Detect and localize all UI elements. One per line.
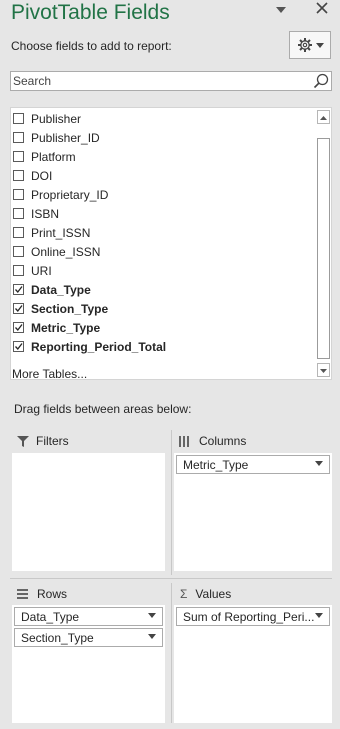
- tools-button[interactable]: [289, 31, 331, 59]
- field-label: Publisher_ID: [31, 130, 100, 145]
- field-label: Proprietary_ID: [31, 187, 109, 202]
- field-label: Section_Type: [31, 301, 109, 316]
- field-checkbox[interactable]: [13, 208, 24, 219]
- field-row[interactable]: Proprietary_ID: [11, 185, 108, 204]
- field-row[interactable]: Section_Type: [11, 299, 108, 318]
- field-row[interactable]: Online_ISSN: [11, 242, 100, 261]
- field-label: ISBN: [31, 206, 60, 221]
- field-checkbox[interactable]: [13, 303, 24, 314]
- checkmark-icon: [15, 286, 23, 294]
- chevron-down-icon[interactable]: [315, 461, 323, 466]
- pill-label: Sum of Reporting_Peri...: [183, 609, 315, 624]
- sigma-icon: Σ: [180, 587, 188, 601]
- field-label: Publisher: [31, 111, 82, 126]
- columns-drop-area[interactable]: Metric_Type: [174, 453, 332, 571]
- close-icon[interactable]: [314, 0, 330, 16]
- chevron-down-icon: [315, 42, 324, 48]
- field-row[interactable]: Metric_Type: [11, 318, 100, 337]
- rows-area-header: Rows: [17, 587, 67, 601]
- field-checkbox[interactable]: [13, 151, 24, 162]
- values-area-header: Σ Values: [180, 587, 231, 601]
- field-row[interactable]: Print_ISSN: [11, 223, 90, 242]
- filters-drop-area[interactable]: [12, 453, 165, 571]
- field-label: Data_Type: [31, 282, 91, 297]
- values-pill-sum[interactable]: Sum of Reporting_Peri...: [176, 607, 330, 626]
- field-row[interactable]: ISBN: [11, 204, 59, 223]
- field-label: DOI: [31, 168, 53, 183]
- field-label: URI: [31, 263, 52, 278]
- columns-pill-metric-type[interactable]: Metric_Type: [176, 455, 330, 474]
- field-checkbox[interactable]: [13, 284, 24, 295]
- columns-icon: [179, 435, 189, 447]
- rows-pill-section-type[interactable]: Section_Type: [14, 628, 163, 647]
- filters-label: Filters: [36, 434, 69, 448]
- checkmark-icon: [15, 343, 23, 351]
- field-row[interactable]: DOI: [11, 166, 52, 185]
- search-icon[interactable]: [313, 73, 329, 89]
- more-tables-link[interactable]: More Tables...: [12, 367, 87, 381]
- rows-drop-area[interactable]: Data_Type Section_Type: [12, 605, 165, 723]
- field-label: Platform: [31, 149, 76, 164]
- field-checkbox[interactable]: [13, 265, 24, 276]
- rows-pill-data-type[interactable]: Data_Type: [14, 607, 163, 626]
- field-row[interactable]: Reporting_Period_Total: [11, 337, 166, 356]
- gear-icon: [297, 38, 312, 52]
- field-row[interactable]: Publisher: [11, 109, 81, 128]
- chevron-down-icon[interactable]: [273, 2, 289, 18]
- rows-icon: [17, 589, 28, 599]
- field-label: Online_ISSN: [31, 244, 101, 259]
- search-placeholder: Search: [13, 74, 52, 88]
- field-checkbox[interactable]: [13, 341, 24, 352]
- values-label: Values: [195, 587, 232, 601]
- field-checkbox[interactable]: [13, 227, 24, 238]
- field-label: Reporting_Period_Total: [31, 339, 167, 354]
- chevron-down-icon[interactable]: [315, 613, 323, 618]
- columns-area-header: Columns: [179, 434, 246, 448]
- chevron-down-icon[interactable]: [148, 613, 156, 618]
- pill-label: Section_Type: [21, 630, 94, 645]
- rows-label: Rows: [37, 587, 68, 601]
- field-row[interactable]: URI: [11, 261, 52, 280]
- values-drop-area[interactable]: Sum of Reporting_Peri...: [174, 605, 332, 723]
- field-row[interactable]: Data_Type: [11, 280, 91, 299]
- drag-fields-label: Drag fields between areas below:: [14, 402, 192, 416]
- chevron-down-icon[interactable]: [148, 634, 156, 639]
- checkmark-icon: [15, 305, 23, 313]
- field-checkbox[interactable]: [13, 113, 24, 124]
- search-input[interactable]: Search: [10, 71, 332, 91]
- field-label: Metric_Type: [31, 320, 101, 335]
- field-label: Print_ISSN: [31, 225, 91, 240]
- filters-area-header: Filters: [17, 434, 69, 448]
- field-checkbox[interactable]: [13, 322, 24, 333]
- choose-fields-label: Choose fields to add to report:: [11, 39, 172, 53]
- columns-label: Columns: [199, 434, 247, 448]
- checkmark-icon: [15, 324, 23, 332]
- field-list: Publisher Publisher_ID Platform DOI Propriet…: [10, 107, 332, 381]
- field-row[interactable]: Platform: [11, 147, 76, 166]
- field-row[interactable]: Publisher_ID: [11, 128, 100, 147]
- panel-title: PivotTable Fields: [11, 1, 170, 24]
- scroll-down-button[interactable]: [317, 363, 330, 377]
- pill-label: Metric_Type: [183, 457, 249, 472]
- field-checkbox[interactable]: [13, 246, 24, 257]
- scroll-up-button[interactable]: [317, 110, 330, 124]
- filter-icon: [17, 435, 29, 447]
- field-checkbox[interactable]: [13, 132, 24, 143]
- field-checkbox[interactable]: [13, 189, 24, 200]
- scrollbar-thumb[interactable]: [317, 138, 330, 359]
- field-checkbox[interactable]: [13, 170, 24, 181]
- pill-label: Data_Type: [21, 609, 80, 624]
